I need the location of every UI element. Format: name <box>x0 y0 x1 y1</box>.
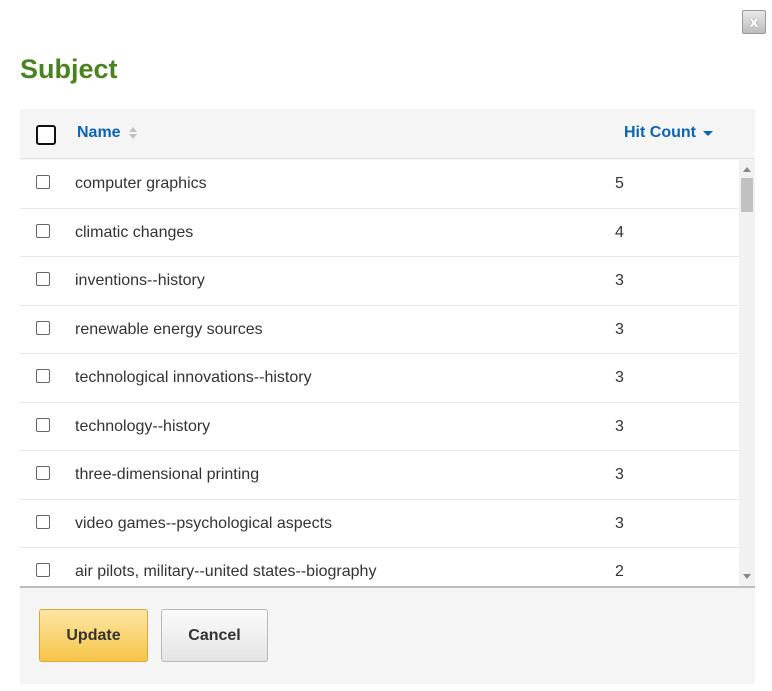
table-row[interactable]: video games--psychological aspects 3 <box>20 499 739 548</box>
table-row[interactable]: three-dimensional printing 3 <box>20 451 739 500</box>
cancel-button[interactable]: Cancel <box>161 609 268 662</box>
subject-name: climatic changes <box>75 223 194 241</box>
hit-count: 3 <box>615 369 624 386</box>
subject-name: video games--psychological aspects <box>75 514 333 532</box>
row-checkbox[interactable] <box>36 417 50 432</box>
row-checkbox[interactable] <box>36 272 50 286</box>
column-header-name-label: Name <box>77 124 121 141</box>
scrollbar-thumb[interactable] <box>741 178 753 212</box>
hit-count: 3 <box>615 514 624 532</box>
subject-name: inventions--history <box>75 272 205 289</box>
hit-count: 3 <box>615 466 624 483</box>
update-button[interactable]: Update <box>39 609 148 662</box>
scroll-up-arrow-icon[interactable] <box>743 167 751 172</box>
subject-name: technological innovations--history <box>75 369 312 386</box>
row-checkbox[interactable] <box>36 563 50 577</box>
select-all-checkbox[interactable] <box>36 125 56 145</box>
column-header-hit-count[interactable]: Hit Count <box>624 124 713 142</box>
sort-unsorted-icon <box>128 127 137 139</box>
hit-count: 3 <box>615 320 624 338</box>
subject-name: air pilots, military--united states--bio… <box>75 563 377 580</box>
hit-count: 4 <box>615 223 624 241</box>
subject-name: three-dimensional printing <box>75 466 260 483</box>
close-icon: x <box>749 12 759 31</box>
table-row[interactable]: air pilots, military--united states--bio… <box>20 548 739 586</box>
subject-name: computer graphics <box>75 175 207 192</box>
row-checkbox[interactable] <box>36 514 50 529</box>
row-checkbox[interactable] <box>36 466 50 480</box>
row-checkbox[interactable] <box>36 320 50 335</box>
hit-count: 3 <box>615 417 624 435</box>
hit-count: 2 <box>615 563 624 580</box>
close-button[interactable]: x <box>742 10 766 34</box>
table-row[interactable]: inventions--history 3 <box>20 257 739 306</box>
list-scrollbar[interactable] <box>739 160 755 586</box>
table-header: Name Hit Count <box>20 109 755 159</box>
row-checkbox[interactable] <box>36 175 50 189</box>
dialog-title: Subject <box>20 54 118 84</box>
scroll-down-arrow-icon[interactable] <box>743 574 751 579</box>
sort-descending-icon <box>702 130 713 136</box>
table-row[interactable]: technology--history 3 <box>20 402 739 451</box>
subject-name: technology--history <box>75 417 211 435</box>
column-header-hit-count-label: Hit Count <box>624 124 696 141</box>
table-row[interactable]: technological innovations--history 3 <box>20 354 739 403</box>
hit-count: 3 <box>615 272 624 289</box>
footer-divider <box>20 586 755 588</box>
subject-name: renewable energy sources <box>75 320 263 338</box>
table-row[interactable]: computer graphics 5 <box>20 160 739 209</box>
hit-count: 5 <box>615 175 624 192</box>
row-checkbox[interactable] <box>36 223 50 238</box>
table-row[interactable]: renewable energy sources 3 <box>20 305 739 354</box>
subject-facet-panel: Name Hit Count computer graphics 5 climati… <box>20 109 755 684</box>
table-row[interactable]: climatic changes 4 <box>20 208 739 257</box>
column-header-name[interactable]: Name <box>77 124 137 142</box>
row-checkbox[interactable] <box>36 369 50 383</box>
subject-list[interactable]: computer graphics 5 climatic changes 4 inven… <box>20 160 739 586</box>
